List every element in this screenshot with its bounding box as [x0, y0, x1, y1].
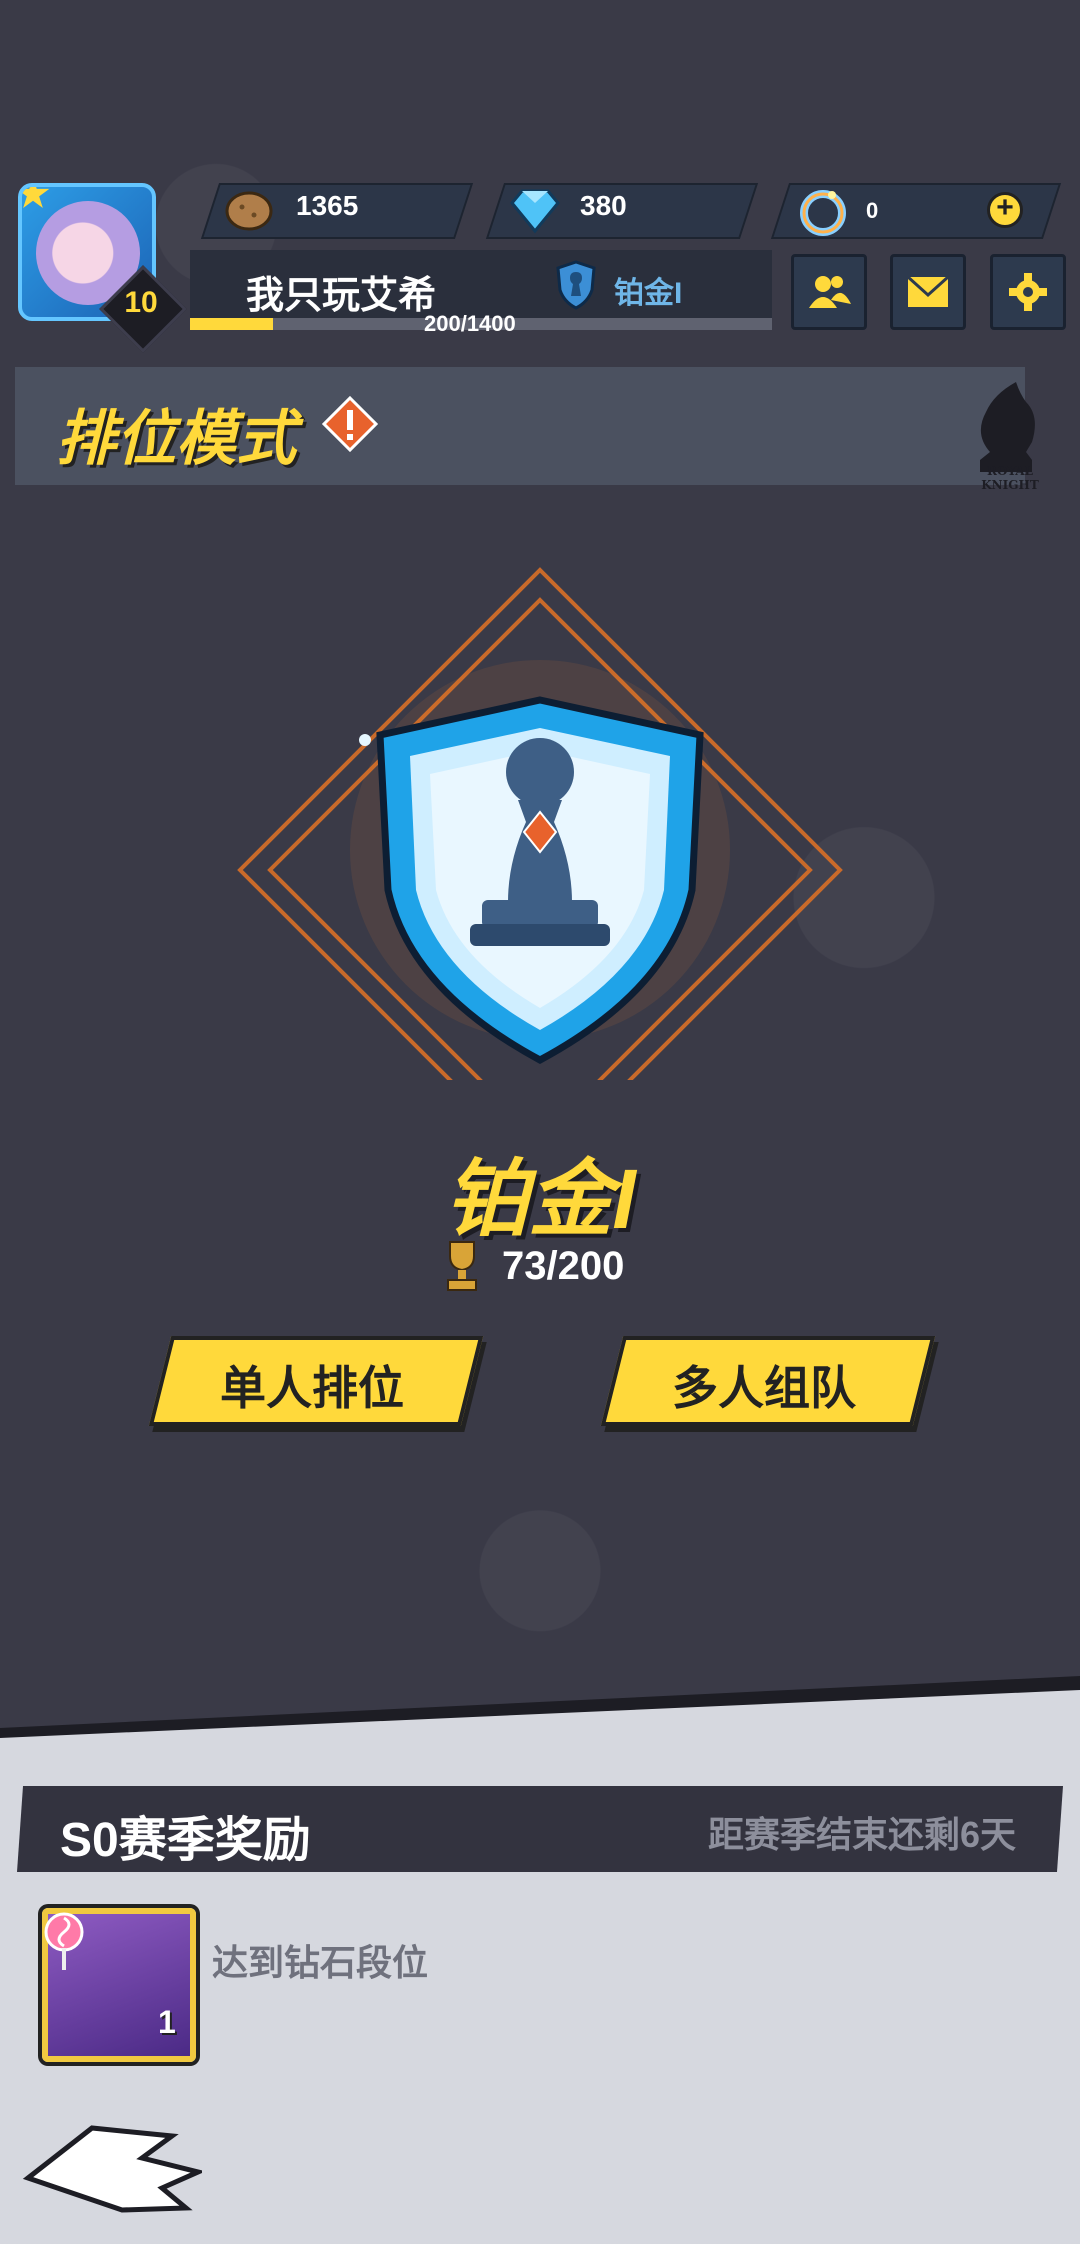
- lollipop-icon: [44, 1912, 84, 1970]
- xp-text: 200/1400: [424, 311, 516, 336]
- potato-icon: [225, 191, 273, 231]
- settings-button[interactable]: [990, 254, 1066, 330]
- back-arrow-icon[interactable]: [22, 2118, 202, 2216]
- solo-ranked-label: 单人排位: [220, 1362, 404, 1414]
- shield-icon: [556, 260, 596, 310]
- gear-icon: [1009, 273, 1047, 311]
- ring-icon: [800, 190, 846, 236]
- friends-button[interactable]: [791, 254, 867, 330]
- warning-icon[interactable]: [322, 396, 378, 452]
- rank-title: 铂金I: [444, 1152, 636, 1246]
- team-match-label: 多人组队: [672, 1362, 856, 1414]
- trophy-icon: [447, 1241, 477, 1291]
- mail-button[interactable]: [890, 254, 966, 330]
- player-level: 10: [124, 286, 158, 319]
- friends-icon: [809, 276, 851, 308]
- star-icon: [22, 187, 50, 208]
- season-remaining: 距赛季结束还剩6天: [707, 1814, 1016, 1855]
- rank-points: 73/200: [502, 1244, 625, 1288]
- diamond-icon: [510, 189, 560, 234]
- mail-icon: [906, 275, 950, 307]
- potato-count: 1365: [296, 190, 359, 221]
- ring-count: 0: [866, 198, 879, 223]
- add-currency-button[interactable]: +: [987, 192, 1023, 228]
- reward-description: 达到钻石段位: [212, 1942, 429, 1983]
- season-title: S0赛季奖励: [60, 1814, 311, 1867]
- diamond-count: 380: [580, 190, 627, 221]
- xp-progress-fill: [190, 318, 274, 330]
- reward-count: 1: [158, 2004, 176, 2040]
- rank-emblem: [237, 567, 843, 1080]
- player-rank-label: 铂金I: [614, 277, 683, 310]
- mode-title: 排位模式: [56, 405, 296, 472]
- logo-text: ROYAL KNIGHT: [981, 464, 1039, 492]
- player-name: 我只玩艾希: [246, 275, 437, 317]
